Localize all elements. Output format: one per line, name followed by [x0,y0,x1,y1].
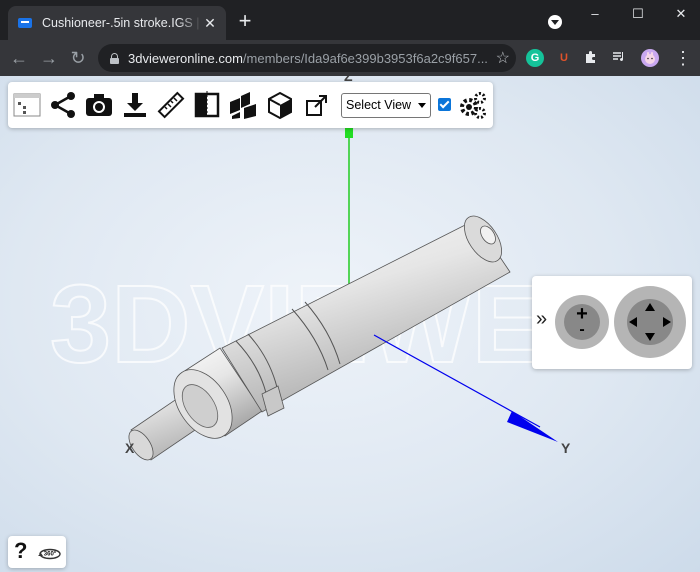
share-icon[interactable] [48,90,78,120]
x-axis-label: X [125,440,135,456]
select-view-value: Select View [346,98,412,112]
ruler-icon[interactable] [156,90,186,120]
pan-right-icon[interactable] [663,317,671,327]
browser-tabstrip: Cushioneer-.5in stroke.IGS | 3D Viewer O… [0,0,700,40]
back-arrow-icon[interactable]: ← [6,45,32,71]
puzzle-icon[interactable] [582,49,600,67]
rotate-360-icon[interactable]: 360° [38,541,62,563]
url-path: /members/Ida9af6e399b3953f6a2c9f657... [242,50,488,66]
explode-icon[interactable] [228,90,258,120]
pan-left-icon[interactable] [629,317,637,327]
browser-menu-icon[interactable]: ⋮ [670,45,696,71]
tab-title: Cushioneer-.5in stroke.IGS | 3D Viewer O… [42,16,202,30]
star-icon[interactable]: ☆ [496,48,510,68]
3d-viewer-canvas[interactable]: 3DVIEWER X [0,76,700,572]
collapse-icon[interactable]: » [536,309,550,329]
viewer-toolbar: Select View [8,82,493,128]
navigation-panel: » + - [532,276,692,369]
chevron-down-icon [418,103,426,108]
gear-icon[interactable] [458,90,488,120]
help-panel: ? 360° [8,536,66,568]
svg-text:360°: 360° [44,552,57,558]
tab-search-icon[interactable] [548,15,562,29]
forward-arrow-icon[interactable]: → [36,45,62,71]
pan-down-icon[interactable] [645,333,655,341]
zoom-control: + - [555,295,609,349]
address-bar[interactable]: 3dvieweronline.com /members/Ida9af6e399b… [98,44,516,72]
select-view-dropdown[interactable]: Select View [341,93,431,118]
new-tab-button[interactable]: + [234,10,256,32]
fullscreen-icon[interactable] [302,90,332,120]
minimize-button[interactable]: – [580,4,610,24]
y-axis-label: Y [561,440,571,456]
browser-toolbar: ← → ↻ 3dvieweronline.com /members/Ida9af… [0,40,700,76]
browser-tab[interactable]: Cushioneer-.5in stroke.IGS | 3D Viewer O… [8,6,226,40]
y-axis-arrow [507,411,558,442]
media-playlist-icon[interactable] [610,49,628,67]
view-checkbox[interactable] [438,98,451,111]
cube-icon[interactable] [265,90,295,120]
pan-up-icon[interactable] [645,303,655,311]
camera-icon[interactable] [84,90,114,120]
ublock-extension-icon[interactable]: U [555,49,573,67]
close-window-button[interactable]: ✕ [666,4,696,24]
zoom-out-button[interactable]: - [564,322,600,340]
profile-avatar[interactable] [641,49,659,67]
download-icon[interactable] [120,90,150,120]
pan-control [614,286,686,358]
zoom-inner: + - [564,304,600,340]
section-icon[interactable] [192,90,222,120]
tab-close-icon[interactable]: ✕ [202,15,218,31]
tree-icon[interactable] [12,90,42,120]
maximize-button[interactable]: ☐ [623,4,653,24]
reload-icon[interactable]: ↻ [65,45,91,71]
lock-icon[interactable] [110,52,119,64]
help-icon[interactable]: ? [14,538,27,564]
grammarly-extension-icon[interactable]: G [526,49,544,67]
3dviewer-favicon-icon [18,18,32,28]
zoom-in-button[interactable]: + [564,304,600,324]
url-host: 3dvieweronline.com [128,50,243,66]
